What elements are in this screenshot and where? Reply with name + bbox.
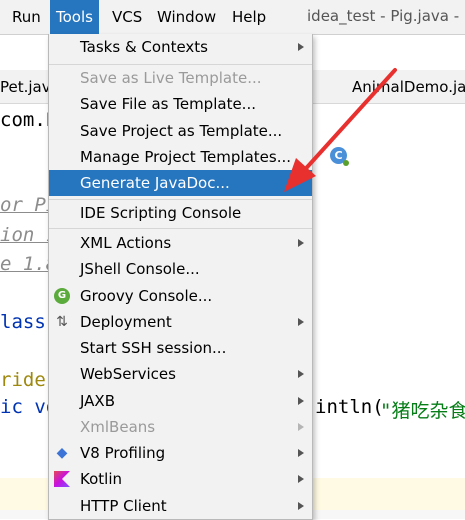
arrow-shaft	[298, 68, 397, 177]
red-arrow-annotation	[284, 68, 397, 192]
